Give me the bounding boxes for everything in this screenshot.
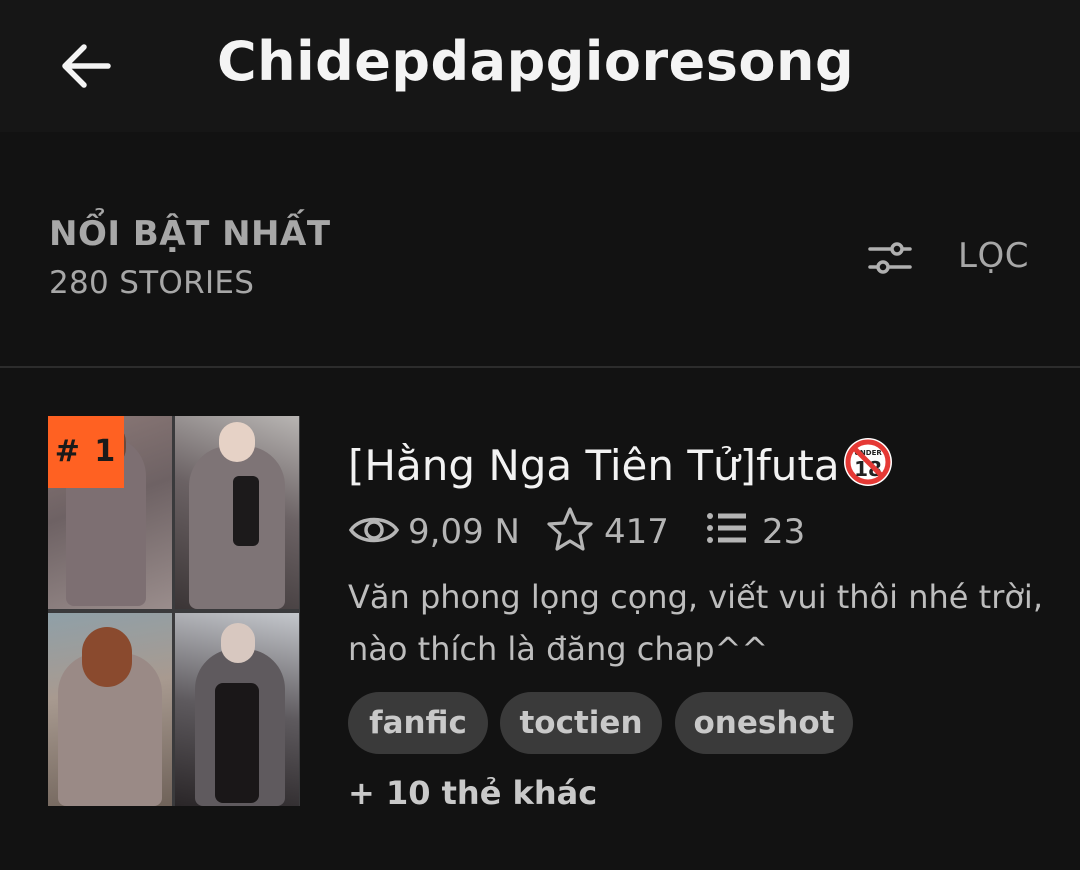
arrow-left-icon [62, 44, 111, 88]
tag-chip[interactable]: toctien [500, 692, 662, 754]
sort-label: NỔI BẬT NHẤT [49, 214, 331, 254]
story-title-text: [Hằng Nga Tiên Tử]futa [348, 441, 840, 490]
cover-photo-3 [48, 613, 172, 806]
story-list-item[interactable]: # 1 [Hằng Nga Tiên Tử]futa UNDER 18 9,09… [0, 368, 1080, 870]
story-count: 280 STORIES [49, 265, 255, 301]
more-tags-link[interactable]: + 10 thẻ khác [348, 774, 597, 812]
rank-badge: # 1 [48, 416, 124, 488]
filter-label: LỌC [958, 236, 1029, 276]
sliders-icon [868, 242, 912, 274]
reads-count: 9,09 N [408, 512, 520, 552]
no-under-18-icon: UNDER 18 [843, 438, 892, 486]
votes-count: 417 [604, 512, 669, 552]
eye-icon [348, 517, 400, 543]
tag-chip[interactable]: fanfic [348, 692, 488, 754]
list-icon [707, 513, 746, 543]
story-description: Văn phong lọng cọng, viết vui thôi nhé t… [348, 578, 1043, 668]
back-button[interactable] [58, 38, 114, 94]
parts-count: 23 [762, 512, 806, 552]
list-header: NỔI BẬT NHẤT 280 STORIES LỌC [0, 132, 1080, 366]
story-title[interactable]: [Hằng Nga Tiên Tử]futa UNDER 18 [348, 436, 894, 490]
app-bar: Chidepdapgioresong [0, 0, 1080, 132]
filter-button[interactable]: LỌC [866, 232, 1046, 288]
cover-photo-2 [175, 416, 299, 609]
page-title: Chidepdapgioresong [217, 30, 855, 93]
cover-photo-4 [175, 613, 299, 806]
star-icon [547, 507, 593, 551]
tag-chip[interactable]: oneshot [675, 692, 853, 754]
